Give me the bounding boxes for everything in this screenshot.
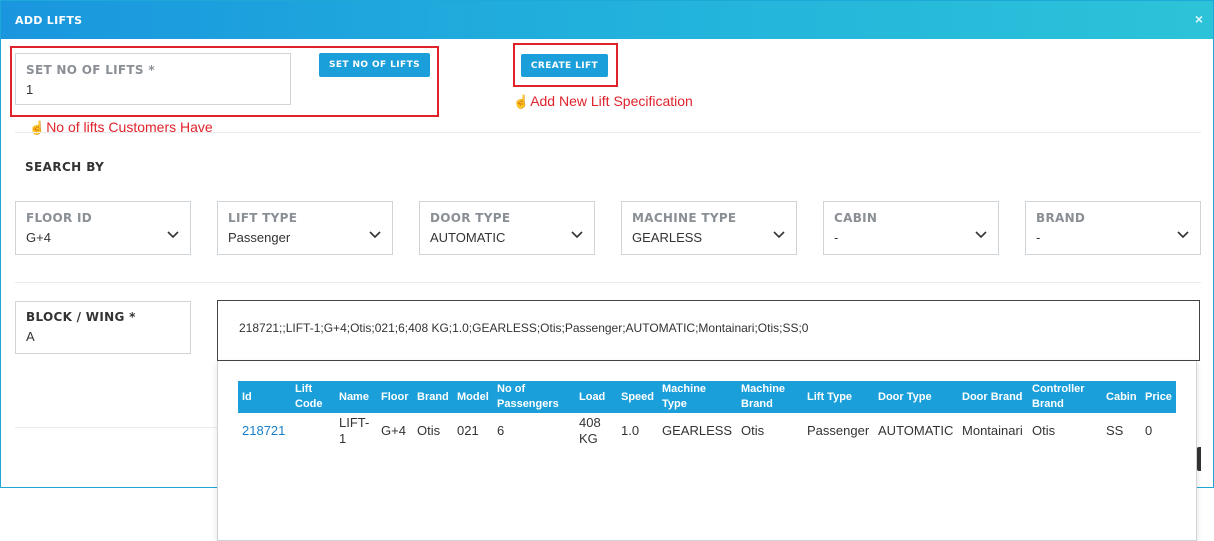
filter-value: - — [1036, 230, 1041, 245]
block-wing-value[interactable]: A — [26, 329, 35, 344]
chevron-down-icon — [1177, 231, 1189, 239]
lift-search-results: Id Lift Code Name Floor Brand Model No o… — [217, 361, 1197, 541]
filter-label: MACHINE TYPE — [632, 211, 737, 225]
door-type-select[interactable]: DOOR TYPE AUTOMATIC — [419, 201, 595, 255]
col-header: Name — [339, 390, 369, 403]
cell: Otis — [417, 423, 441, 438]
results-table: Id Lift Code Name Floor Brand Model No o… — [238, 381, 1176, 447]
filter-label: BRAND — [1036, 211, 1086, 225]
chevron-down-icon — [167, 231, 179, 239]
divider — [15, 282, 1201, 283]
chevron-down-icon — [369, 231, 381, 239]
set-lifts-field[interactable]: SET NO OF LIFTS * 1 — [15, 53, 291, 105]
create-lift-note: ☝Add New Lift Specification — [513, 93, 693, 110]
cell: 0 — [1145, 423, 1153, 438]
modal-header: ADD LIFTS × — [1, 1, 1213, 39]
lift-search-value[interactable]: 218721;;LIFT-1;G+4;Otis;021;6;408 KG;1.0… — [239, 321, 808, 335]
filter-value: - — [834, 230, 839, 245]
block-wing-field[interactable]: BLOCK / WING * A — [15, 301, 191, 354]
set-lifts-note: ☝No of lifts Customers Have — [29, 119, 213, 136]
set-lifts-label: SET NO OF LIFTS * — [26, 63, 155, 77]
set-lifts-button[interactable]: SET NO OF LIFTS — [319, 53, 430, 77]
lift-type-select[interactable]: LIFT TYPE Passenger — [217, 201, 393, 255]
col-header: Lift Type — [807, 390, 853, 403]
create-lift-note-text: Add New Lift Specification — [530, 93, 693, 109]
floor-id-select[interactable]: FLOOR ID G+4 — [15, 201, 191, 255]
col-header: Speed — [621, 390, 655, 403]
cell: LIFT-1 — [339, 415, 370, 446]
hidden-button-edge[interactable] — [1197, 447, 1201, 471]
col-header: Controller Brand — [1032, 383, 1085, 410]
create-lift-button[interactable]: CREATE LIFT — [521, 54, 608, 77]
col-header: Door Type — [878, 390, 932, 403]
divider — [15, 427, 218, 428]
col-header: Door Brand — [962, 390, 1023, 403]
col-header: Brand — [417, 390, 449, 403]
chevron-down-icon — [975, 231, 987, 239]
cell: SS — [1106, 423, 1124, 438]
filter-label: FLOOR ID — [26, 211, 93, 225]
set-lifts-value[interactable]: 1 — [26, 82, 33, 97]
filter-value: Passenger — [228, 230, 291, 245]
filter-value: G+4 — [26, 230, 51, 245]
machine-type-select[interactable]: MACHINE TYPE GEARLESS — [621, 201, 797, 255]
cell: AUTOMATIC — [878, 423, 954, 438]
cell: Otis — [741, 423, 765, 438]
search-by-title: SEARCH BY — [25, 160, 105, 174]
col-header: Cabin — [1106, 390, 1137, 403]
cell: GEARLESS — [662, 423, 733, 438]
results-header-row: Id Lift Code Name Floor Brand Model No o… — [238, 381, 1176, 413]
cell-id-link[interactable]: 218721 — [238, 413, 291, 447]
modal-title: ADD LIFTS — [15, 14, 83, 27]
col-header: Machine Type — [662, 383, 707, 410]
col-header: Lift Code — [295, 383, 323, 410]
close-icon[interactable]: × — [1195, 11, 1203, 27]
cell: 1.0 — [621, 423, 640, 438]
col-header: Model — [457, 390, 489, 403]
filter-label: DOOR TYPE — [430, 211, 511, 225]
col-header: Load — [579, 390, 606, 403]
filter-value: AUTOMATIC — [430, 230, 506, 245]
cell: 408 KG — [579, 415, 601, 446]
chevron-down-icon — [571, 231, 583, 239]
col-header: Floor — [381, 390, 409, 403]
divider — [15, 132, 1201, 133]
hand-pointer-icon: ☝ — [513, 94, 530, 109]
cell: 6 — [497, 423, 505, 438]
col-header: Price — [1145, 390, 1172, 403]
brand-select[interactable]: BRAND - — [1025, 201, 1201, 255]
filter-label: LIFT TYPE — [228, 211, 298, 225]
cell: 021 — [457, 423, 479, 438]
cabin-select[interactable]: CABIN - — [823, 201, 999, 255]
col-header: Id — [242, 390, 252, 403]
chevron-down-icon — [773, 231, 785, 239]
col-header: Machine Brand — [741, 383, 786, 410]
block-wing-label: BLOCK / WING * — [26, 310, 136, 324]
filter-label: CABIN — [834, 211, 878, 225]
cell: Montainari — [962, 423, 1023, 438]
cell: G+4 — [381, 423, 406, 438]
lift-search-input[interactable]: 218721;;LIFT-1;G+4;Otis;021;6;408 KG;1.0… — [217, 300, 1200, 361]
col-header: No of Passengers — [497, 383, 559, 410]
filter-value: GEARLESS — [632, 230, 703, 245]
cell: Otis — [1032, 423, 1056, 438]
table-row[interactable]: 218721 LIFT-1 G+4 Otis 021 6 408 KG 1.0 … — [238, 413, 1176, 447]
cell — [291, 413, 335, 447]
cell: Passenger — [807, 423, 870, 438]
